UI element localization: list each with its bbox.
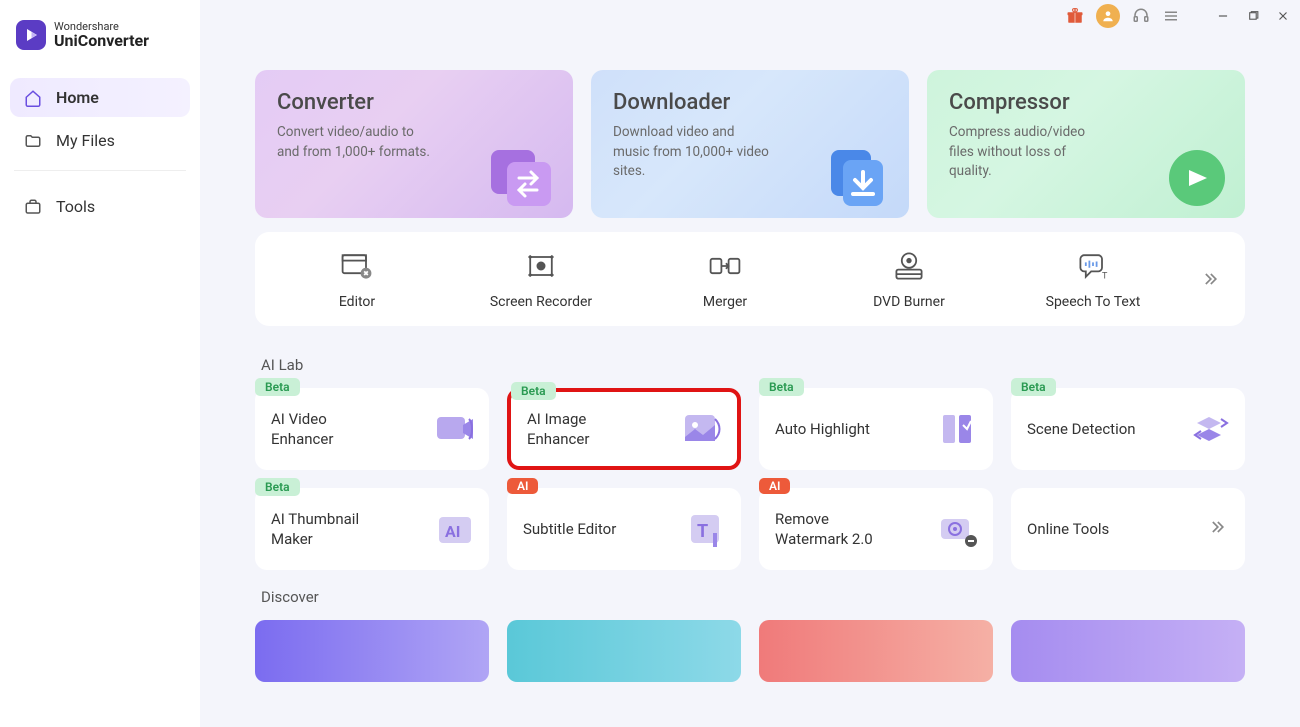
sidebar-item-label: Home xyxy=(56,88,99,107)
beta-badge: Beta xyxy=(511,382,556,400)
chevron-right-icon xyxy=(1207,517,1227,542)
tool-strip: Editor Screen Recorder Merger DVD Burner xyxy=(255,232,1245,326)
converter-icon xyxy=(481,132,561,212)
section-title-discover: Discover xyxy=(261,588,1245,606)
tool-editor[interactable]: Editor xyxy=(265,248,449,310)
briefcase-icon xyxy=(24,198,42,216)
lab-card-image-enhancer[interactable]: Beta AI Image Enhancer xyxy=(507,388,741,470)
sidebar-divider xyxy=(14,170,186,171)
ai-badge: AI xyxy=(759,478,790,494)
logo-mark-icon xyxy=(16,20,46,50)
hero-card-downloader[interactable]: Downloader Download video and music from… xyxy=(591,70,909,218)
tool-screen-recorder[interactable]: Screen Recorder xyxy=(449,248,633,310)
sidebar-item-myfiles[interactable]: My Files xyxy=(10,121,190,160)
hero-row: Converter Convert video/audio to and fro… xyxy=(255,70,1245,218)
thumbnail-maker-icon: AI xyxy=(431,505,479,553)
gift-icon[interactable] xyxy=(1066,7,1084,25)
folder-icon xyxy=(24,132,42,150)
remove-watermark-icon xyxy=(935,505,983,553)
brand-logo: Wondershare UniConverter xyxy=(10,20,190,50)
tool-label: Screen Recorder xyxy=(490,294,592,310)
tool-label: Speech To Text xyxy=(1046,294,1141,310)
hero-desc: Compress audio/video files without loss … xyxy=(949,123,1109,182)
hero-title: Converter xyxy=(277,90,551,115)
tool-dvd-burner[interactable]: DVD Burner xyxy=(817,248,1001,310)
lab-label: AI Video Enhancer xyxy=(271,409,381,450)
beta-badge: Beta xyxy=(1011,378,1056,396)
discover-card-2[interactable] xyxy=(507,620,741,682)
headset-icon[interactable] xyxy=(1132,7,1150,25)
image-enhancer-icon xyxy=(679,405,727,453)
lab-card-online-tools[interactable]: Online Tools xyxy=(1011,488,1245,570)
tool-label: DVD Burner xyxy=(873,294,945,310)
brand-bottom: UniConverter xyxy=(54,32,149,50)
scene-detection-icon xyxy=(1187,405,1235,453)
svg-text:T: T xyxy=(697,521,708,542)
hero-desc: Download video and music from 10,000+ vi… xyxy=(613,123,773,182)
screen-recorder-icon xyxy=(523,248,559,284)
user-avatar-icon[interactable] xyxy=(1096,4,1120,28)
downloader-icon xyxy=(817,132,897,212)
section-title-ailab: AI Lab xyxy=(261,356,1245,374)
beta-badge: Beta xyxy=(255,378,300,396)
tool-strip-next[interactable] xyxy=(1185,269,1235,289)
beta-badge: Beta xyxy=(255,478,300,496)
dvd-burner-icon xyxy=(891,248,927,284)
maximize-button[interactable] xyxy=(1244,7,1262,25)
close-button[interactable] xyxy=(1274,7,1292,25)
sidebar-item-home[interactable]: Home xyxy=(10,78,190,117)
lab-label: Auto Highlight xyxy=(775,419,870,439)
sidebar-item-label: My Files xyxy=(56,131,115,150)
ai-lab-grid: Beta AI Video Enhancer Beta AI Image Enh… xyxy=(255,388,1245,570)
tool-speech-to-text[interactable]: T Speech To Text xyxy=(1001,248,1185,310)
auto-highlight-icon xyxy=(935,405,983,453)
lab-label: AI Image Enhancer xyxy=(527,409,637,450)
lab-label: Scene Detection xyxy=(1027,419,1136,439)
lab-card-remove-watermark[interactable]: AI Remove Watermark 2.0 xyxy=(759,488,993,570)
discover-card-4[interactable] xyxy=(1011,620,1245,682)
hero-card-converter[interactable]: Converter Convert video/audio to and fro… xyxy=(255,70,573,218)
hero-title: Downloader xyxy=(613,90,887,115)
discover-card-1[interactable] xyxy=(255,620,489,682)
lab-label: AI Thumbnail Maker xyxy=(271,509,381,550)
lab-card-scene-detection[interactable]: Beta Scene Detection xyxy=(1011,388,1245,470)
svg-text:T: T xyxy=(1102,272,1108,282)
menu-icon[interactable] xyxy=(1162,7,1180,25)
ai-badge: AI xyxy=(507,478,538,494)
tool-label: Merger xyxy=(703,294,747,310)
sidebar: Wondershare UniConverter Home My Files T… xyxy=(0,0,200,727)
editor-icon xyxy=(339,248,375,284)
lab-card-subtitle-editor[interactable]: AI Subtitle Editor T xyxy=(507,488,741,570)
speech-to-text-icon: T xyxy=(1075,248,1111,284)
lab-label: Online Tools xyxy=(1027,519,1109,539)
subtitle-editor-icon: T xyxy=(683,505,731,553)
sidebar-item-tools[interactable]: Tools xyxy=(10,187,190,226)
compressor-icon xyxy=(1153,132,1233,212)
lab-card-video-enhancer[interactable]: Beta AI Video Enhancer xyxy=(255,388,489,470)
hero-card-compressor[interactable]: Compressor Compress audio/video files wi… xyxy=(927,70,1245,218)
tool-merger[interactable]: Merger xyxy=(633,248,817,310)
sidebar-item-label: Tools xyxy=(56,197,95,216)
lab-card-thumbnail-maker[interactable]: Beta AI Thumbnail Maker AI xyxy=(255,488,489,570)
discover-card-3[interactable] xyxy=(759,620,993,682)
merger-icon xyxy=(707,248,743,284)
home-icon xyxy=(24,89,42,107)
discover-row xyxy=(255,620,1245,682)
svg-text:AI: AI xyxy=(445,522,460,541)
minimize-button[interactable] xyxy=(1214,7,1232,25)
lab-card-auto-highlight[interactable]: Beta Auto Highlight xyxy=(759,388,993,470)
hero-title: Compressor xyxy=(949,90,1223,115)
lab-label: Subtitle Editor xyxy=(523,519,616,539)
beta-badge: Beta xyxy=(759,378,804,396)
lab-label: Remove Watermark 2.0 xyxy=(775,509,885,550)
hero-desc: Convert video/audio to and from 1,000+ f… xyxy=(277,123,437,162)
topbar xyxy=(1066,4,1292,28)
video-enhancer-icon xyxy=(431,405,479,453)
tool-label: Editor xyxy=(339,294,375,310)
